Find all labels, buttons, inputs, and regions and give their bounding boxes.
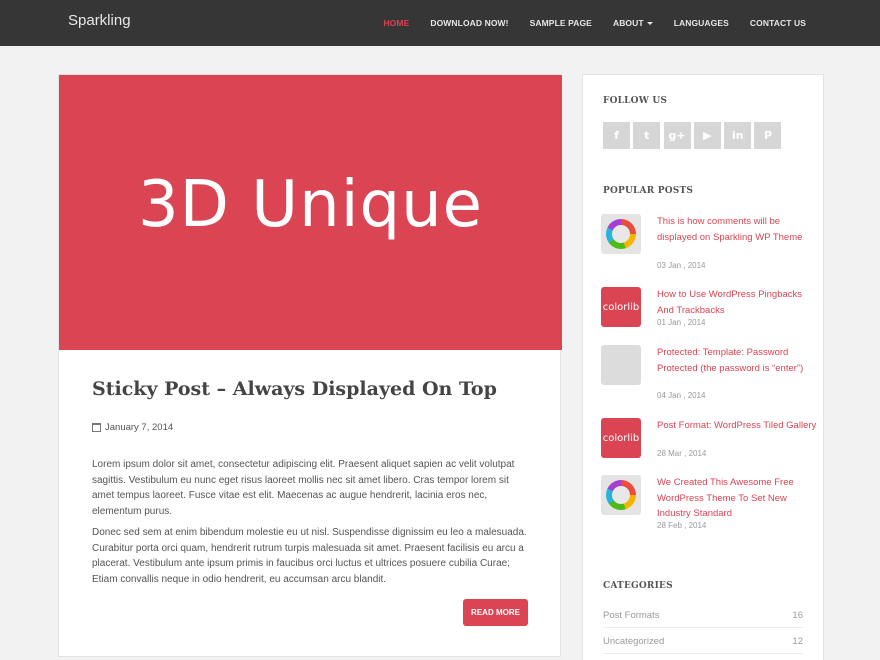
colorlib-ring-icon <box>606 219 636 249</box>
featured-image-text: 3D Unique <box>137 167 484 242</box>
pinterest-icon[interactable]: P <box>754 122 782 149</box>
top-navbar: Sparkling HOME DOWNLOAD NOW! SAMPLE PAGE… <box>0 0 880 46</box>
nav-item-home[interactable]: HOME <box>383 18 409 28</box>
colorlib-ring-icon <box>606 480 636 510</box>
category-link[interactable]: Post Formats <box>603 610 660 621</box>
sticky-post-card: 3D Unique Sticky Post – Always Displayed… <box>58 74 562 657</box>
nav-item-languages[interactable]: LANGUAGES <box>674 18 729 28</box>
popular-post-link[interactable]: This is how comments will be displayed o… <box>657 214 817 245</box>
popular-post-link[interactable]: Protected: Template: Password Protected … <box>657 345 817 376</box>
calendar-icon <box>92 423 101 432</box>
popular-posts-title: POPULAR POSTS <box>603 186 694 196</box>
category-row: Post Formats 16 <box>603 602 803 628</box>
popular-post-link[interactable]: We Created This Awesome Free WordPress T… <box>657 475 817 522</box>
post-title[interactable]: Sticky Post – Always Displayed On Top <box>92 378 497 400</box>
popular-post-date: 03 Jan , 2014 <box>657 261 706 270</box>
category-row: Uncategorized 12 <box>603 628 803 654</box>
category-count: 12 <box>792 636 803 647</box>
nav-item-about[interactable]: ABOUT <box>613 18 653 28</box>
nav-item-sample-page[interactable]: SAMPLE PAGE <box>530 18 592 28</box>
ring-center <box>612 486 630 504</box>
youtube-icon[interactable]: ▶ <box>693 122 721 149</box>
popular-post-date: 28 Feb , 2014 <box>657 521 707 530</box>
post-thumbnail[interactable] <box>601 345 641 385</box>
post-date: January 7, 2014 <box>92 422 173 433</box>
popular-post-link[interactable]: Post Format: WordPress Tiled Gallery <box>657 418 817 434</box>
nav-item-download[interactable]: DOWNLOAD NOW! <box>430 18 508 28</box>
post-date-text[interactable]: January 7, 2014 <box>105 422 173 433</box>
nav-item-contact[interactable]: CONTACT US <box>750 18 806 28</box>
post-excerpt-paragraph: Lorem ipsum dolor sit amet, consectetur … <box>92 459 515 517</box>
caret-down-icon <box>646 21 653 25</box>
popular-post-date: 04 Jan , 2014 <box>657 391 706 400</box>
post-thumbnail[interactable]: colorlib <box>601 418 641 458</box>
twitter-icon[interactable]: t <box>633 122 661 149</box>
follow-us-title: FOLLOW US <box>603 96 668 106</box>
popular-post-date: 01 Jan , 2014 <box>657 318 706 327</box>
ring-center <box>612 225 630 243</box>
category-link[interactable]: Uncategorized <box>603 636 664 647</box>
category-count: 16 <box>792 610 803 621</box>
read-more-button[interactable]: READ MORE <box>463 599 528 626</box>
sidebar: FOLLOW US f t g+ ▶ in P POPULAR POSTS Th… <box>582 74 824 660</box>
post-excerpt-paragraph: Donec sed sem at enim bibendum molestie … <box>92 527 527 585</box>
post-thumbnail[interactable]: colorlib <box>601 287 641 327</box>
post-thumbnail[interactable] <box>601 214 641 254</box>
popular-post-link[interactable]: How to Use WordPress Pingbacks And Track… <box>657 287 817 318</box>
site-brand[interactable]: Sparkling <box>68 12 131 29</box>
popular-post-date: 28 Mar , 2014 <box>657 449 707 458</box>
linkedin-icon[interactable]: in <box>724 122 752 149</box>
categories-title: CATEGORIES <box>603 581 673 591</box>
social-links: f t g+ ▶ in P <box>603 122 785 149</box>
post-thumbnail[interactable] <box>601 475 641 515</box>
main-menu: HOME DOWNLOAD NOW! SAMPLE PAGE ABOUT LAN… <box>362 0 806 46</box>
google-plus-icon[interactable]: g+ <box>663 122 691 149</box>
facebook-icon[interactable]: f <box>603 122 630 149</box>
featured-image[interactable]: 3D Unique <box>59 75 562 350</box>
nav-item-about-label: ABOUT <box>612 18 644 28</box>
